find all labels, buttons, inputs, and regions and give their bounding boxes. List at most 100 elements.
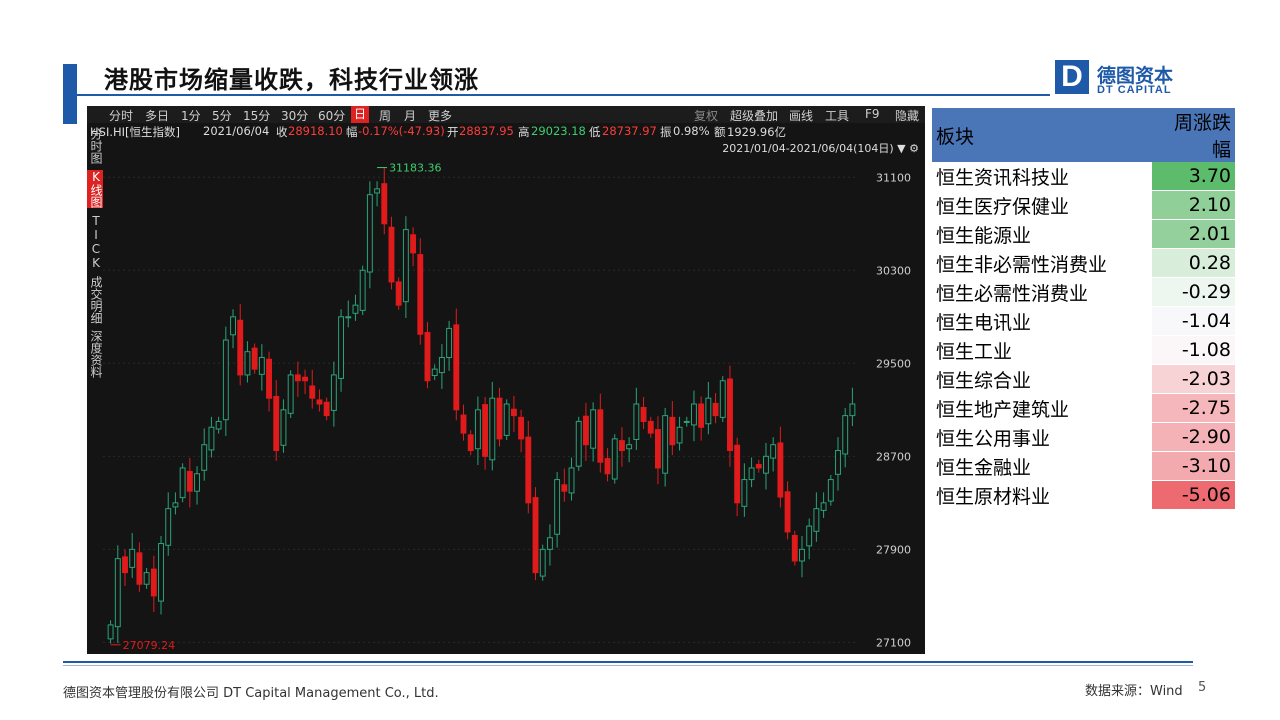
candle-body	[273, 395, 280, 452]
chart-toolbar: 分时 多日 1分 5分 15分 30分 60分 日 周 月 更多 复权 超级叠加…	[87, 106, 925, 123]
table-row: 恒生金融业 -3.10	[932, 451, 1235, 481]
y-tick-label: 27900	[876, 543, 911, 556]
sector-name: 恒生地产建筑业	[932, 393, 1152, 423]
logo-mark: D	[1055, 60, 1089, 94]
sector-change: -1.08	[1152, 335, 1235, 365]
sidebar-view-1[interactable]: K线图	[87, 170, 103, 208]
tab-weekly[interactable]: 周	[379, 107, 391, 124]
candle-body	[388, 226, 395, 283]
tab-monthly[interactable]: 月	[404, 107, 416, 124]
adjust-button[interactable]: 复权	[694, 107, 718, 124]
candle-body	[359, 269, 366, 311]
f9-button[interactable]: F9	[865, 107, 880, 121]
candle-body	[806, 525, 813, 547]
sector-name: 恒生金融业	[932, 451, 1152, 481]
candle-body	[755, 463, 762, 469]
candle-body	[590, 409, 597, 449]
candle-body	[842, 415, 849, 455]
sector-change: -0.29	[1152, 277, 1235, 307]
candle-body	[237, 319, 244, 376]
candle-body	[107, 624, 114, 640]
amp-label: 振	[660, 125, 672, 139]
amount-label: 额	[714, 125, 726, 139]
page-title: 港股市场缩量收跌，科技行业领涨	[104, 66, 479, 94]
candle-body	[266, 358, 272, 399]
high-label: 高	[518, 125, 530, 139]
sector-change: -1.04	[1152, 306, 1235, 336]
tab-15min[interactable]: 15分	[243, 107, 270, 124]
candle-body	[287, 374, 294, 414]
footer-company: 德图资本管理股份有限公司 DT Capital Management Co., …	[63, 686, 439, 701]
candle-body	[143, 572, 150, 585]
change-value: -0.17%(-47.93)	[358, 124, 445, 138]
tab-multi-day[interactable]: 多日	[145, 107, 169, 124]
kline-panel: 分时 多日 1分 5分 15分 30分 60分 日 周 月 更多 复权 超级叠加…	[87, 106, 925, 654]
sidebar-view-2[interactable]: TICK	[87, 214, 103, 270]
candle-body	[741, 479, 748, 507]
candle-body	[813, 508, 820, 532]
candle-body	[799, 548, 805, 562]
candle-body	[244, 351, 251, 376]
table-row: 恒生综合业 -2.03	[932, 364, 1235, 394]
change-label: 幅	[346, 125, 358, 139]
candle-body	[611, 438, 618, 480]
table-row: 恒生非必需性消费业 0.28	[932, 248, 1235, 278]
draw-line-button[interactable]: 画线	[789, 107, 813, 124]
candle-body	[849, 403, 856, 417]
candle-body	[431, 368, 438, 377]
sidebar-view-0[interactable]: 分时图	[87, 128, 103, 164]
column-header-sector: 板块	[932, 108, 1152, 162]
candle-body	[316, 399, 323, 405]
table-row: 恒生电讯业 -1.04	[932, 306, 1235, 336]
table-row: 恒生工业 -1.08	[932, 335, 1235, 365]
table-row: 恒生医疗保健业 2.10	[932, 190, 1235, 220]
candle-body	[489, 397, 496, 461]
candle-body	[230, 316, 236, 336]
candle-body	[532, 497, 539, 574]
candle-body	[669, 416, 676, 446]
hide-button[interactable]: 隐藏	[895, 107, 919, 124]
candle-body	[568, 467, 575, 494]
tab-1min[interactable]: 1分	[181, 107, 201, 124]
close-label: 收	[276, 125, 288, 139]
table-row: 恒生原材料业 -5.06	[932, 480, 1235, 510]
candle-body	[503, 403, 510, 436]
tab-60min[interactable]: 60分	[318, 107, 345, 124]
candles	[107, 167, 856, 644]
tab-more[interactable]: 更多	[428, 107, 452, 124]
candle-body	[208, 426, 215, 451]
candle-body	[712, 402, 719, 417]
candle-body	[676, 426, 683, 444]
overlay-button[interactable]: 超级叠加	[730, 107, 778, 124]
candle-body	[770, 444, 777, 459]
tab-30min[interactable]: 30分	[281, 107, 308, 124]
table-row: 恒生能源业 2.01	[932, 219, 1235, 249]
candle-body	[258, 356, 265, 375]
y-tick-label: 27100	[876, 636, 911, 649]
candle-body	[698, 403, 705, 428]
footer-divider-thin	[63, 665, 1193, 666]
sidebar-view-4[interactable]: 深度资料	[87, 330, 103, 378]
title-divider	[63, 94, 1050, 96]
candle-body	[446, 327, 453, 358]
open-label: 开	[447, 125, 459, 139]
candle-body	[482, 404, 489, 457]
candle-body	[309, 385, 316, 399]
candle-body	[546, 537, 553, 550]
tab-5min[interactable]: 5分	[212, 107, 232, 124]
tab-intraday[interactable]: 分时	[109, 107, 133, 124]
candle-body	[525, 436, 532, 504]
candle-body	[510, 408, 517, 417]
sector-name: 恒生资讯科技业	[932, 162, 1152, 191]
candle-body	[719, 380, 726, 418]
candle-body	[561, 484, 568, 492]
tools-button[interactable]: 工具	[825, 107, 849, 124]
sector-name: 恒生电讯业	[932, 306, 1152, 336]
candle-body	[280, 409, 287, 446]
candle-body	[136, 552, 143, 585]
sidebar-view-3[interactable]: 成交明细	[87, 276, 103, 324]
tab-daily[interactable]: 日	[351, 106, 370, 123]
candle-body	[179, 467, 186, 499]
max-label: 31183.36	[389, 162, 442, 175]
candle-body	[582, 415, 589, 446]
